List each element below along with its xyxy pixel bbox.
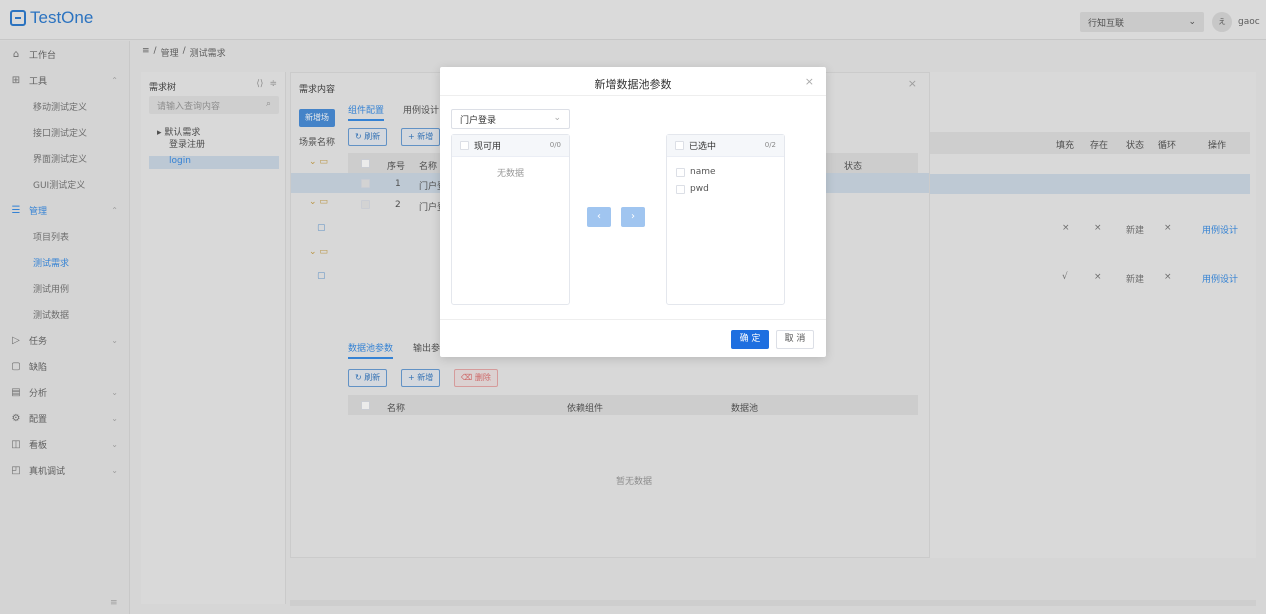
item-checkbox[interactable] [676,167,685,177]
transfer-right-title: 已选中 [689,142,717,152]
item-checkbox[interactable] [676,184,685,194]
transfer-right-panel: 已选中 0/2 name pwd [666,134,785,305]
transfer-item[interactable]: pwd [676,184,709,194]
transfer-left-empty: 无数据 [496,169,524,179]
component-select[interactable]: 门户登录 ⌄ [451,109,570,129]
transfer-left-header: 现可用 0/0 [452,135,569,157]
divider [440,95,826,96]
confirm-button[interactable]: 确 定 [731,330,769,349]
transfer-left-panel: 现可用 0/0 无数据 [451,134,570,305]
transfer-item-label: name [690,167,716,177]
chevron-left-icon: ‹ [597,211,601,222]
transfer-right-count: 0/2 [764,141,776,149]
chevron-down-icon: ⌄ [553,113,561,123]
left-select-all-checkbox[interactable] [460,141,469,150]
right-select-all-checkbox[interactable] [675,141,684,150]
close-icon[interactable]: × [805,75,814,88]
add-datapool-param-dialog: 新增数据池参数 × 门户登录 ⌄ 现可用 0/0 无数据 ‹ › 已选中 0/2… [440,67,826,357]
transfer-item-label: pwd [690,184,709,194]
transfer-right-header: 已选中 0/2 [667,135,784,157]
chevron-right-icon: › [631,211,635,222]
dialog-title: 新增数据池参数 [594,78,672,91]
transfer-item[interactable]: name [676,167,716,177]
component-select-value: 门户登录 [460,116,497,126]
divider [440,319,826,320]
transfer-left-title: 现可用 [474,142,502,152]
move-left-button[interactable]: ‹ [587,207,611,227]
cancel-button[interactable]: 取 消 [776,330,814,349]
move-right-button[interactable]: › [621,207,645,227]
transfer-left-count: 0/0 [549,141,561,149]
